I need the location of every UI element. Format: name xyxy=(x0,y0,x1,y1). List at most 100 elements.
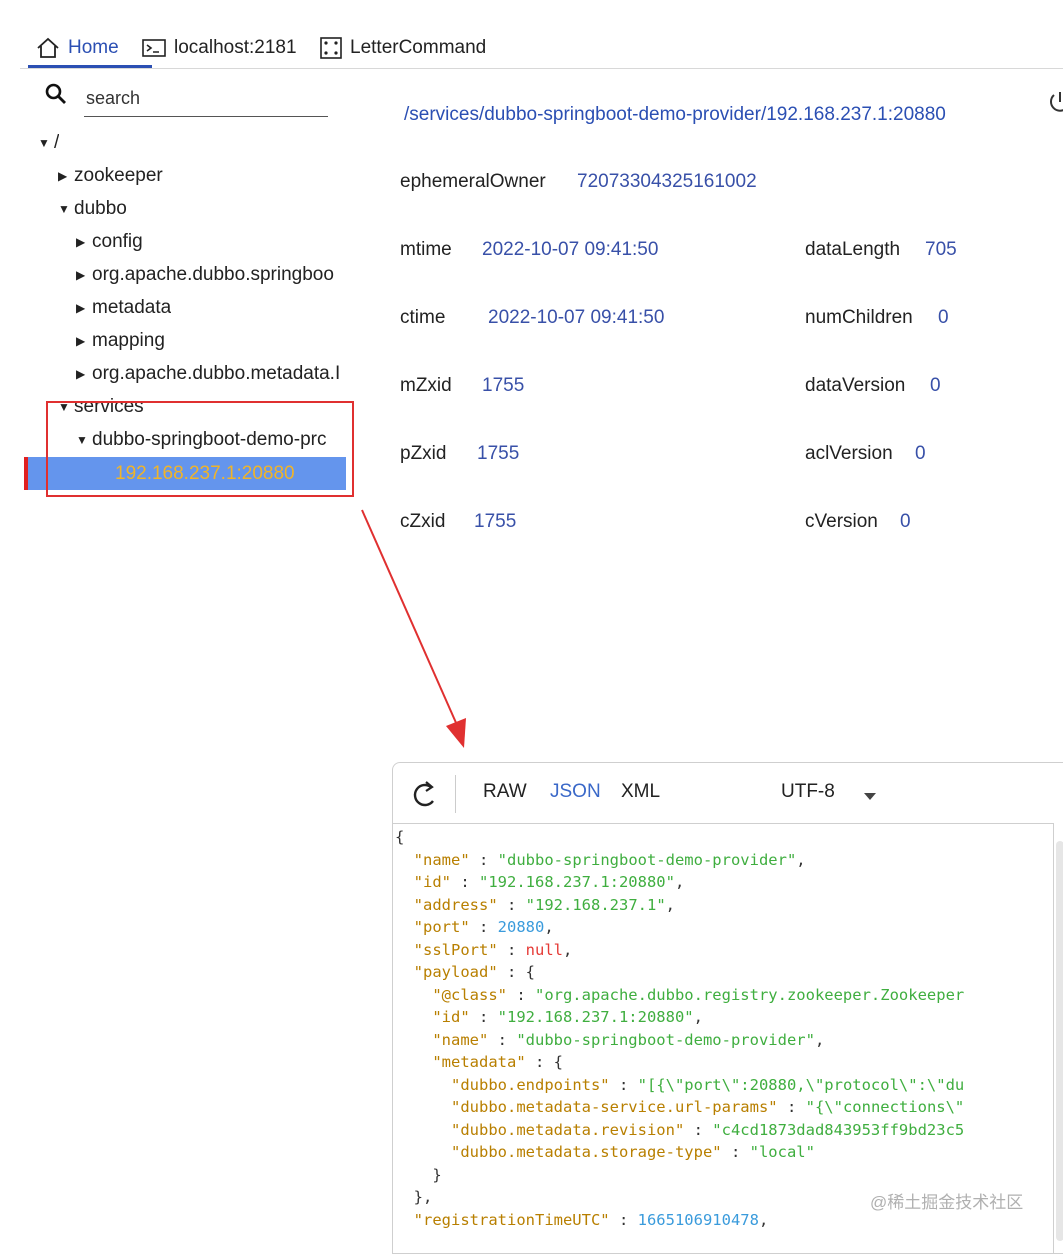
code-token: "dubbo.metadata.storage-type" xyxy=(451,1143,722,1161)
data-version-label: dataVersion xyxy=(805,375,906,396)
encoding-select[interactable]: UTF-8 xyxy=(781,781,835,803)
code-token: : xyxy=(684,1120,713,1139)
active-tab-indicator xyxy=(28,65,152,68)
tree-node-config[interactable]: ▶ config xyxy=(76,226,143,258)
tree-node-label: / xyxy=(54,132,60,153)
search-icon[interactable] xyxy=(44,82,68,111)
code-token: , xyxy=(563,940,573,959)
tree-node-springboot[interactable]: ▶ org.apache.dubbo.springboo xyxy=(76,259,346,291)
code-token: "sslPort" xyxy=(413,940,498,959)
code-line: "registrationTimeUTC" : 1665106910478, xyxy=(395,1210,769,1229)
acl-version-value: 0 xyxy=(915,443,926,464)
code-token: "org.apache.dubbo.registry.zookeeper.Zoo… xyxy=(534,985,965,1004)
code-token: "dubbo-springboot-demo-provider" xyxy=(516,1030,815,1049)
code-line: "id" : "192.168.237.1:20880", xyxy=(395,873,685,891)
code-token: , xyxy=(674,873,685,891)
tree-node-mapping[interactable]: ▶ mapping xyxy=(76,325,165,357)
code-token: : { xyxy=(497,963,535,981)
num-children-label: numChildren xyxy=(805,307,913,328)
code-line: "port" : 20880, xyxy=(395,918,554,936)
code-token: } xyxy=(395,1165,442,1184)
code-token: : { xyxy=(525,1053,563,1071)
code-token: : xyxy=(469,918,498,936)
tree-node-dubbo[interactable]: ▼ dubbo xyxy=(58,193,127,225)
code-line: "dubbo.metadata.storage-type" : "local" xyxy=(395,1143,815,1161)
code-token: "192.168.237.1:20880" xyxy=(479,873,675,891)
c-version-value: 0 xyxy=(900,511,911,532)
mzxid-value: 1755 xyxy=(482,375,525,396)
code-token: "id" xyxy=(413,873,451,891)
code-token: "{\"connections\" xyxy=(805,1098,965,1116)
toolbar-divider xyxy=(455,775,456,813)
data-version-value: 0 xyxy=(930,375,941,396)
node-path: /services/dubbo-springboot-demo-provider… xyxy=(404,104,946,125)
raw-button[interactable]: RAW xyxy=(483,781,527,803)
json-button[interactable]: JSON xyxy=(550,781,601,803)
editor-scrollbar[interactable] xyxy=(1056,841,1063,1241)
caret-down-icon: ▼ xyxy=(38,136,50,150)
caret-right-icon: ▶ xyxy=(76,235,86,249)
code-token: , xyxy=(814,1030,825,1049)
code-line: "name" : "dubbo-springboot-demo-provider… xyxy=(395,1031,824,1049)
code-token: { xyxy=(395,828,405,846)
code-line: "dubbo.metadata.revision" : "c4cd1873dad… xyxy=(395,1121,964,1139)
code-token: "port" xyxy=(413,918,470,936)
tab-home[interactable]: Home xyxy=(36,30,119,66)
caret-down-icon: ▼ xyxy=(58,202,70,216)
code-token: null xyxy=(525,940,563,959)
code-line: } xyxy=(395,1165,442,1184)
mtime-label: mtime xyxy=(400,239,452,260)
tab-home-label: Home xyxy=(68,37,119,58)
home-icon xyxy=(36,37,60,59)
code-token: "@class" xyxy=(432,985,507,1004)
ephemeral-owner-label: ephemeralOwner xyxy=(400,171,546,192)
code-token: : xyxy=(469,850,498,869)
tab-lettercommand[interactable]: LetterCommand xyxy=(320,30,486,66)
tree-node-metadata[interactable]: ▶ metadata xyxy=(76,292,171,324)
code-line: "dubbo.metadata-service.url-params" : "{… xyxy=(395,1098,964,1116)
code-token: : xyxy=(777,1098,806,1116)
code-token: "local" xyxy=(749,1143,815,1161)
code-token: : xyxy=(469,1008,498,1026)
code-line: { xyxy=(395,828,404,846)
tree-node-label: metadata xyxy=(92,297,172,318)
chevron-down-icon[interactable] xyxy=(863,788,877,806)
code-token: "192.168.237.1:20880" xyxy=(497,1008,694,1026)
code-line: }, xyxy=(395,1188,433,1206)
tree-node-zookeeper[interactable]: ▶ zookeeper xyxy=(58,160,163,192)
czxid-label: cZxid xyxy=(400,511,446,532)
refresh-icon[interactable] xyxy=(413,779,437,812)
code-token: "dubbo.endpoints" xyxy=(451,1075,610,1094)
pzxid-label: pZxid xyxy=(400,443,447,464)
tab-bar: Home localhost:2181 LetterCommand xyxy=(20,30,1063,69)
code-line: "dubbo.endpoints" : "[{\"port\":20880,\"… xyxy=(395,1076,964,1094)
xml-button[interactable]: XML xyxy=(621,781,660,803)
czxid-value: 1755 xyxy=(474,511,517,532)
tab-localhost[interactable]: localhost:2181 xyxy=(142,30,297,66)
caret-right-icon: ▶ xyxy=(76,367,86,381)
code-line: "@class" : "org.apache.dubbo.registry.zo… xyxy=(395,986,964,1004)
code-token: : xyxy=(497,940,526,959)
code-line: "sslPort" : null, xyxy=(395,940,573,959)
caret-right-icon: ▶ xyxy=(76,268,86,282)
mtime-value: 2022-10-07 09:41:50 xyxy=(482,239,659,260)
code-token: , xyxy=(758,1210,769,1229)
search-input[interactable] xyxy=(84,80,328,117)
code-token: "dubbo-springboot-demo-provider" xyxy=(497,850,797,869)
num-children-value: 0 xyxy=(938,307,949,328)
power-icon[interactable] xyxy=(1046,90,1063,121)
caret-right-icon: ▶ xyxy=(76,334,86,348)
tree-node-root[interactable]: ▼ / xyxy=(38,127,59,159)
code-token: "address" xyxy=(413,895,498,914)
tree-node-metadata-pkg[interactable]: ▶ org.apache.dubbo.metadata.I xyxy=(76,358,346,390)
